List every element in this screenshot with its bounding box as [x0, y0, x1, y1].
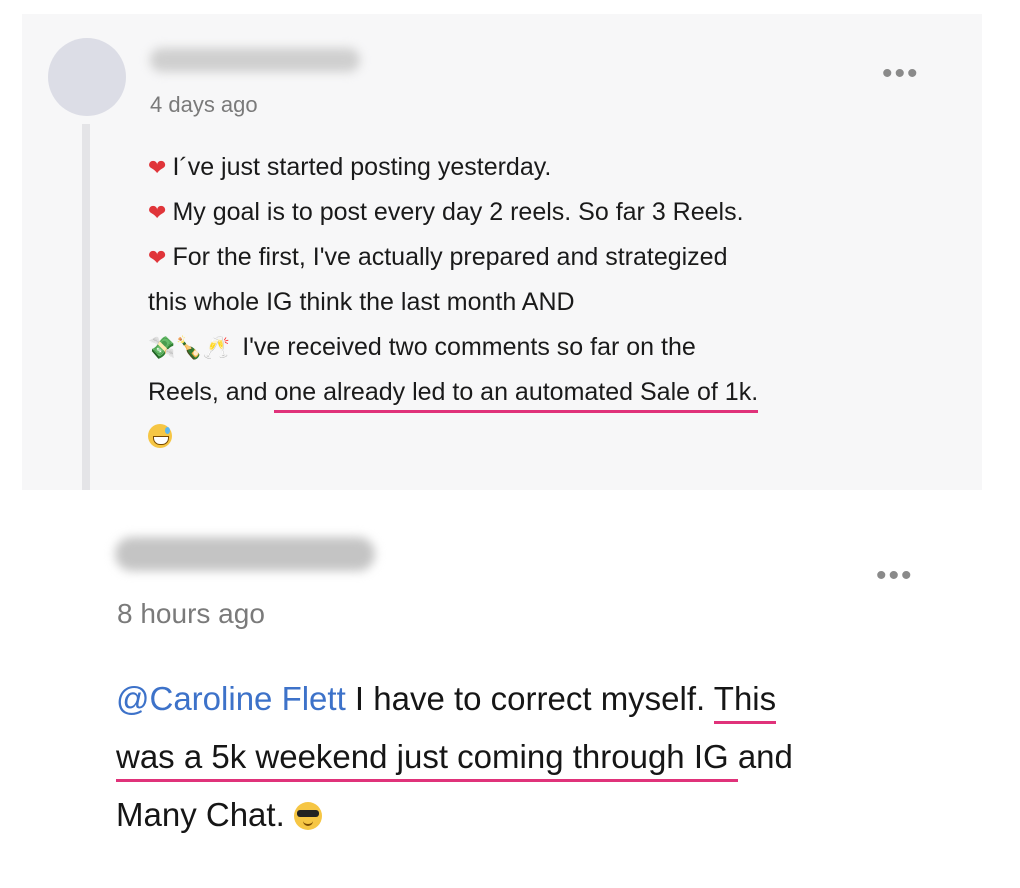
- line-text: For the first, I've actually prepared an…: [172, 243, 728, 271]
- more-options-icon[interactable]: •••: [882, 59, 920, 89]
- reply-line: Many Chat.: [116, 786, 976, 844]
- comment-line: ❤ I´ve just started posting yesterday.: [148, 145, 948, 190]
- reply-line: was a 5k weekend just coming through IG …: [116, 728, 976, 786]
- sunglasses-icon: [293, 802, 322, 830]
- reply-text: I have to correct myself.: [345, 680, 714, 717]
- line-text: this whole IG think the last month AND: [148, 288, 575, 316]
- comment-line: Reels, and one already led to an automat…: [148, 370, 948, 415]
- comment-line: this whole IG think the last month AND: [148, 280, 948, 325]
- line-text: I´ve just started posting yesterday.: [172, 153, 552, 181]
- reply-line: @Caroline Flett I have to correct myself…: [116, 670, 976, 728]
- comment-line: ❤ For the first, I've actually prepared a…: [148, 235, 948, 280]
- comment-body: ❤ I´ve just started posting yesterday. ❤ M…: [148, 145, 948, 460]
- author-name-blurred[interactable]: [150, 48, 360, 72]
- highlighted-text: was a 5k weekend just coming through IG: [116, 738, 738, 782]
- timestamp: 8 hours ago: [117, 598, 265, 629]
- thread-line: [82, 124, 90, 490]
- reply-text: Many Chat.: [116, 796, 285, 833]
- comment-line: [148, 415, 948, 460]
- comment-line: ❤ My goal is to post every day 2 reels. S…: [148, 190, 948, 235]
- heart-icon: ❤: [148, 245, 167, 270]
- timestamp: 4 days ago: [150, 92, 258, 117]
- comment-line: 💸🍾🥂 I've received two comments so far on …: [148, 325, 948, 370]
- line-text: I've received two comments so far on the: [242, 333, 696, 361]
- mention-link[interactable]: @Caroline Flett: [116, 680, 346, 717]
- reply-text: and: [737, 738, 793, 775]
- highlighted-text: one already led to an automated Sale of …: [274, 378, 759, 413]
- author-name-blurred[interactable]: [115, 537, 375, 571]
- money-champagne-toast-icon: 💸🍾🥂: [148, 335, 231, 360]
- heart-icon: ❤: [148, 155, 167, 180]
- heart-icon: ❤: [148, 200, 167, 225]
- reply-body: @Caroline Flett I have to correct myself…: [116, 670, 976, 844]
- more-options-icon[interactable]: •••: [876, 561, 914, 591]
- line-text: Reels, and: [148, 378, 275, 406]
- avatar[interactable]: [48, 38, 126, 116]
- highlighted-text: This: [713, 680, 777, 724]
- line-text: My goal is to post every day 2 reels. So…: [172, 198, 744, 226]
- sweat-smile-icon: [148, 424, 172, 448]
